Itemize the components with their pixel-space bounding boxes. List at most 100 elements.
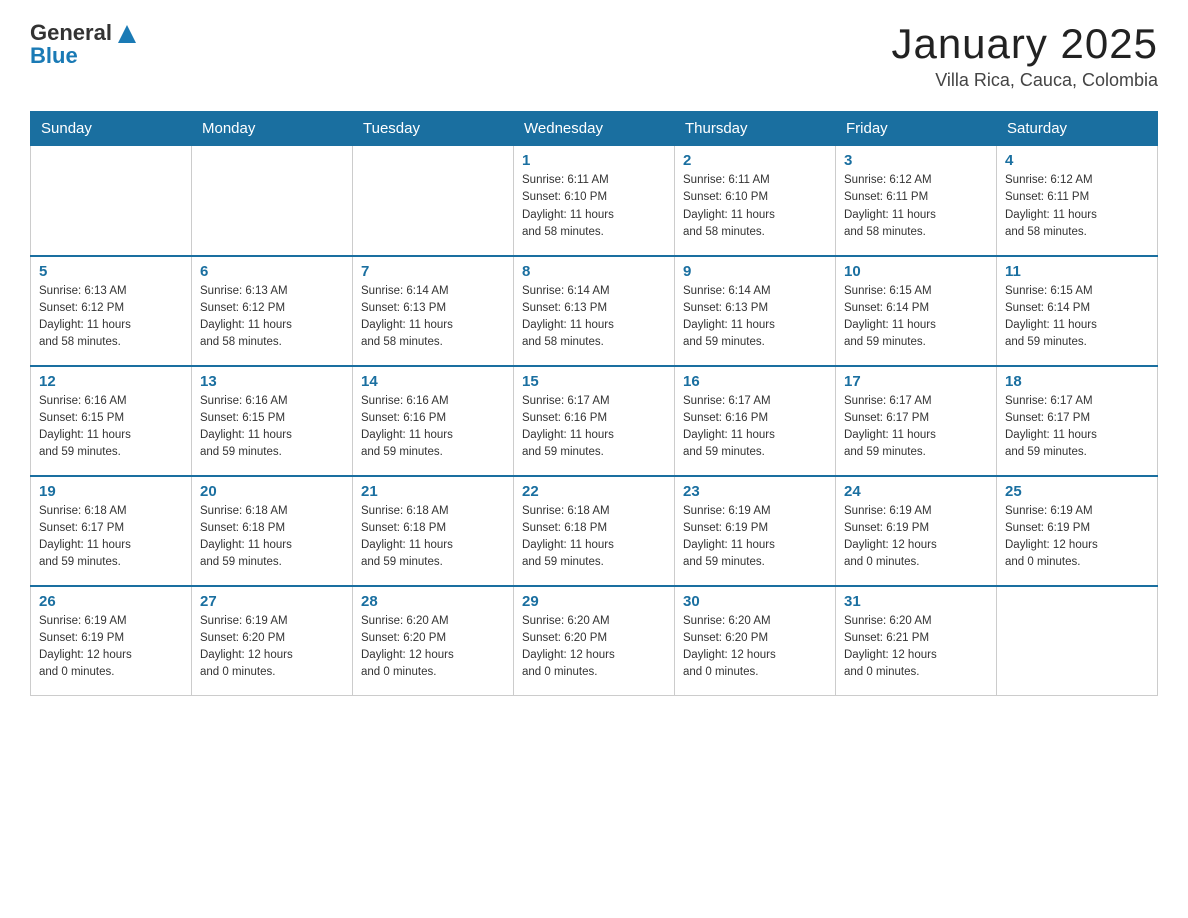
- day-info: Sunrise: 6:18 AM Sunset: 6:18 PM Dayligh…: [200, 503, 344, 572]
- day-info: Sunrise: 6:11 AM Sunset: 6:10 PM Dayligh…: [683, 172, 827, 241]
- day-number: 14: [361, 373, 505, 390]
- calendar-cell: 6 Sunrise: 6:13 AM Sunset: 6:12 PM Daylig…: [192, 256, 353, 366]
- weekday-header-monday: Monday: [192, 112, 353, 146]
- day-info: Sunrise: 6:16 AM Sunset: 6:15 PM Dayligh…: [39, 393, 183, 462]
- calendar-table: SundayMondayTuesdayWednesdayThursdayFrid…: [30, 111, 1158, 696]
- calendar-body: 1 Sunrise: 6:11 AM Sunset: 6:10 PM Daylig…: [31, 146, 1158, 696]
- calendar-cell: 25Sunrise: 6:19 AM Sunset: 6:19 PM Dayli…: [997, 476, 1158, 586]
- calendar-title: January 2025: [891, 20, 1158, 68]
- day-number: 9: [683, 263, 827, 280]
- calendar-cell: 9Sunrise: 6:14 AM Sunset: 6:13 PM Daylig…: [675, 256, 836, 366]
- weekday-header-saturday: Saturday: [997, 112, 1158, 146]
- day-number: 20: [200, 483, 344, 500]
- day-number: 21: [361, 483, 505, 500]
- day-number: 29: [522, 593, 666, 610]
- day-info: Sunrise: 6:20 AM Sunset: 6:20 PM Dayligh…: [683, 613, 827, 682]
- day-info: Sunrise: 6:13 AM Sunset: 6:12 PM Dayligh…: [200, 283, 344, 352]
- day-info: Sunrise: 6:11 AM Sunset: 6:10 PM Dayligh…: [522, 172, 666, 241]
- calendar-cell: 29Sunrise: 6:20 AM Sunset: 6:20 PM Dayli…: [514, 586, 675, 696]
- day-number: 8: [522, 263, 666, 280]
- day-number: 16: [683, 373, 827, 390]
- week-row-4: 19 Sunrise: 6:18 AM Sunset: 6:17 PM Dayli…: [31, 476, 1158, 586]
- day-number: 12: [39, 373, 183, 390]
- day-info: Sunrise: 6:19 AM Sunset: 6:19 PM Dayligh…: [1005, 503, 1149, 572]
- day-info: Sunrise: 6:17 AM Sunset: 6:17 PM Dayligh…: [844, 393, 988, 462]
- day-info: Sunrise: 6:15 AM Sunset: 6:14 PM Dayligh…: [844, 283, 988, 352]
- weekday-header-sunday: Sunday: [31, 112, 192, 146]
- calendar-cell: 3 Sunrise: 6:12 AM Sunset: 6:11 PM Daylig…: [836, 146, 997, 256]
- day-info: Sunrise: 6:17 AM Sunset: 6:16 PM Dayligh…: [683, 393, 827, 462]
- day-info: Sunrise: 6:19 AM Sunset: 6:19 PM Dayligh…: [844, 503, 988, 572]
- day-info: Sunrise: 6:19 AM Sunset: 6:19 PM Dayligh…: [39, 613, 183, 682]
- calendar-cell: 11Sunrise: 6:15 AM Sunset: 6:14 PM Dayli…: [997, 256, 1158, 366]
- weekday-header-tuesday: Tuesday: [353, 112, 514, 146]
- day-number: 26: [39, 593, 183, 610]
- calendar-subtitle: Villa Rica, Cauca, Colombia: [891, 70, 1158, 91]
- title-section: January 2025 Villa Rica, Cauca, Colombia: [891, 20, 1158, 91]
- day-number: 23: [683, 483, 827, 500]
- day-info: Sunrise: 6:17 AM Sunset: 6:16 PM Dayligh…: [522, 393, 666, 462]
- logo-mark: General Blue: [30, 20, 136, 69]
- calendar-cell: 18Sunrise: 6:17 AM Sunset: 6:17 PM Dayli…: [997, 366, 1158, 476]
- weekday-header-wednesday: Wednesday: [514, 112, 675, 146]
- calendar-cell: 13Sunrise: 6:16 AM Sunset: 6:15 PM Dayli…: [192, 366, 353, 476]
- day-info: Sunrise: 6:20 AM Sunset: 6:21 PM Dayligh…: [844, 613, 988, 682]
- calendar-cell: 23Sunrise: 6:19 AM Sunset: 6:19 PM Dayli…: [675, 476, 836, 586]
- calendar-cell: 20 Sunrise: 6:18 AM Sunset: 6:18 PM Dayli…: [192, 476, 353, 586]
- calendar-cell: 7Sunrise: 6:14 AM Sunset: 6:13 PM Daylig…: [353, 256, 514, 366]
- day-info: Sunrise: 6:19 AM Sunset: 6:20 PM Dayligh…: [200, 613, 344, 682]
- calendar-cell: 8 Sunrise: 6:14 AM Sunset: 6:13 PM Daylig…: [514, 256, 675, 366]
- week-row-3: 12 Sunrise: 6:16 AM Sunset: 6:15 PM Dayli…: [31, 366, 1158, 476]
- calendar-cell: 15 Sunrise: 6:17 AM Sunset: 6:16 PM Dayli…: [514, 366, 675, 476]
- calendar-cell: 17Sunrise: 6:17 AM Sunset: 6:17 PM Dayli…: [836, 366, 997, 476]
- calendar-cell: 12 Sunrise: 6:16 AM Sunset: 6:15 PM Dayli…: [31, 366, 192, 476]
- logo-general-text: General: [30, 20, 112, 45]
- day-number: 1: [522, 152, 666, 169]
- day-number: 4: [1005, 152, 1149, 169]
- day-info: Sunrise: 6:14 AM Sunset: 6:13 PM Dayligh…: [361, 283, 505, 352]
- calendar-cell: 10 Sunrise: 6:15 AM Sunset: 6:14 PM Dayli…: [836, 256, 997, 366]
- day-info: Sunrise: 6:18 AM Sunset: 6:17 PM Dayligh…: [39, 503, 183, 572]
- day-info: Sunrise: 6:12 AM Sunset: 6:11 PM Dayligh…: [1005, 172, 1149, 241]
- day-info: Sunrise: 6:16 AM Sunset: 6:16 PM Dayligh…: [361, 393, 505, 462]
- day-number: 28: [361, 593, 505, 610]
- calendar-cell: 14 Sunrise: 6:16 AM Sunset: 6:16 PM Dayli…: [353, 366, 514, 476]
- day-number: 27: [200, 593, 344, 610]
- calendar-cell: 19 Sunrise: 6:18 AM Sunset: 6:17 PM Dayli…: [31, 476, 192, 586]
- day-info: Sunrise: 6:20 AM Sunset: 6:20 PM Dayligh…: [361, 613, 505, 682]
- day-number: 24: [844, 483, 988, 500]
- calendar-cell: 22Sunrise: 6:18 AM Sunset: 6:18 PM Dayli…: [514, 476, 675, 586]
- calendar-cell: 26 Sunrise: 6:19 AM Sunset: 6:19 PM Dayli…: [31, 586, 192, 696]
- day-number: 19: [39, 483, 183, 500]
- week-row-1: 1 Sunrise: 6:11 AM Sunset: 6:10 PM Daylig…: [31, 146, 1158, 256]
- calendar-cell: 21Sunrise: 6:18 AM Sunset: 6:18 PM Dayli…: [353, 476, 514, 586]
- day-info: Sunrise: 6:13 AM Sunset: 6:12 PM Dayligh…: [39, 283, 183, 352]
- weekday-header-thursday: Thursday: [675, 112, 836, 146]
- calendar-cell: [353, 146, 514, 256]
- calendar-cell: 16 Sunrise: 6:17 AM Sunset: 6:16 PM Dayli…: [675, 366, 836, 476]
- day-number: 10: [844, 263, 988, 280]
- day-number: 13: [200, 373, 344, 390]
- day-number: 15: [522, 373, 666, 390]
- calendar-cell: [997, 586, 1158, 696]
- day-number: 2: [683, 152, 827, 169]
- calendar-cell: 2 Sunrise: 6:11 AM Sunset: 6:10 PM Daylig…: [675, 146, 836, 256]
- day-number: 30: [683, 593, 827, 610]
- calendar-header: SundayMondayTuesdayWednesdayThursdayFrid…: [31, 112, 1158, 146]
- page-header: General Blue January 2025 Villa Rica, Ca…: [30, 20, 1158, 91]
- logo: General Blue: [30, 20, 136, 69]
- calendar-cell: 5 Sunrise: 6:13 AM Sunset: 6:12 PM Daylig…: [31, 256, 192, 366]
- day-info: Sunrise: 6:17 AM Sunset: 6:17 PM Dayligh…: [1005, 393, 1149, 462]
- day-info: Sunrise: 6:14 AM Sunset: 6:13 PM Dayligh…: [522, 283, 666, 352]
- week-row-2: 5 Sunrise: 6:13 AM Sunset: 6:12 PM Daylig…: [31, 256, 1158, 366]
- day-number: 11: [1005, 263, 1149, 280]
- calendar-cell: 30 Sunrise: 6:20 AM Sunset: 6:20 PM Dayli…: [675, 586, 836, 696]
- day-number: 6: [200, 263, 344, 280]
- day-info: Sunrise: 6:12 AM Sunset: 6:11 PM Dayligh…: [844, 172, 988, 241]
- calendar-cell: [192, 146, 353, 256]
- day-number: 3: [844, 152, 988, 169]
- day-number: 5: [39, 263, 183, 280]
- calendar-cell: 24 Sunrise: 6:19 AM Sunset: 6:19 PM Dayli…: [836, 476, 997, 586]
- weekday-row: SundayMondayTuesdayWednesdayThursdayFrid…: [31, 112, 1158, 146]
- calendar-cell: [31, 146, 192, 256]
